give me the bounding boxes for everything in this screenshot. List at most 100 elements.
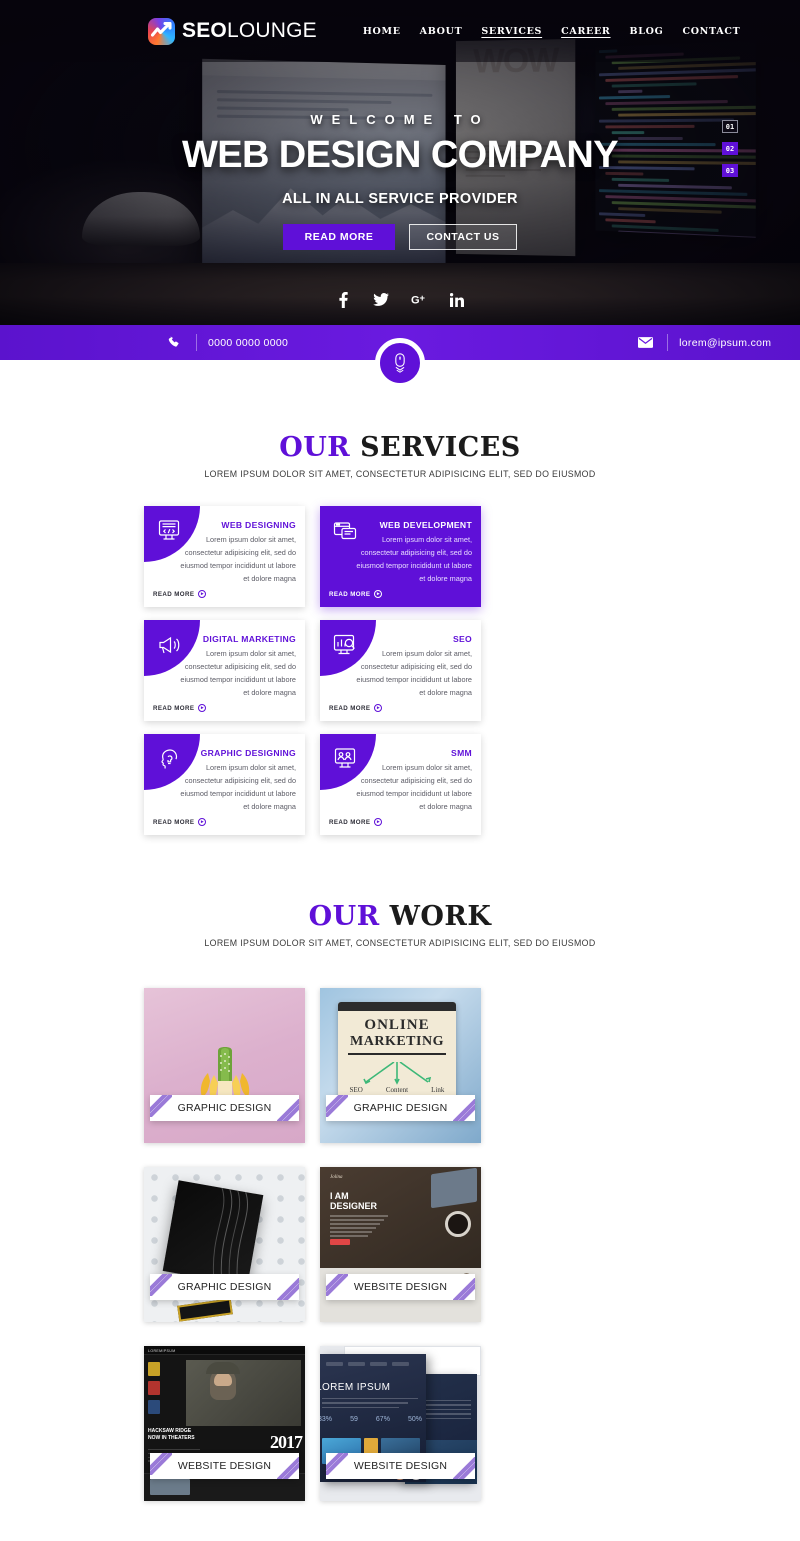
stripe-decor-right <box>277 1457 299 1479</box>
service-card-body: Lorem ipsum dolor sit amet, consectetur … <box>356 649 472 697</box>
hero-eyebrow: WELCOME TO <box>310 112 490 127</box>
movie-footer-thumb <box>150 1479 190 1495</box>
template-logo: Jolina <box>330 1175 343 1180</box>
nav-item-career[interactable]: CAREER <box>561 26 610 37</box>
arrow-right-circle-icon: ▸ <box>374 818 383 826</box>
work-heading: OUR WORK LOREM IPSUM DOLOR SIT AMET, CON… <box>0 901 800 948</box>
online-marketing-line1: ONLINE <box>364 1017 430 1033</box>
arrow-right-circle-icon: ▸ <box>198 818 207 826</box>
services-section: OUR SERVICES LOREM IPSUM DOLOR SIT AMET,… <box>0 360 800 835</box>
phone-number: 0000 0000 0000 <box>208 336 289 349</box>
service-read-more-link[interactable]: READ MORE ▸ <box>153 704 207 712</box>
service-card-body: Lorem ipsum dolor sit amet, consectetur … <box>180 649 296 697</box>
service-read-more-link[interactable]: READ MORE ▸ <box>329 590 383 598</box>
service-card-title: SEO <box>452 634 472 644</box>
nav-item-contact[interactable]: CONTACT <box>682 26 740 37</box>
services-heading: OUR SERVICES LOREM IPSUM DOLOR SIT AMET,… <box>0 432 800 479</box>
site-logo[interactable]: SEOLOUNGE <box>148 17 317 45</box>
lorem-stat: 50% <box>407 1416 422 1423</box>
services-card-grid: WEB DESIGNING Lorem ipsum dolor sit amet,… <box>144 506 656 835</box>
slide-indicator-03[interactable]: 03 <box>722 164 738 177</box>
nav-item-services[interactable]: SERVICES <box>481 26 542 37</box>
contact-email-item[interactable]: lorem@ipsum.com <box>634 333 771 353</box>
work-item[interactable]: Jolina I AM DESIGNER WEBSITE DESIGN <box>320 1167 481 1322</box>
read-more-label: READ MORE <box>329 818 371 826</box>
service-read-more-link[interactable]: READ MORE ▸ <box>329 704 383 712</box>
work-caption-bar: GRAPHIC DESIGN <box>150 1095 299 1121</box>
svg-text:G: G <box>411 294 420 306</box>
laptop-decor <box>431 1167 477 1209</box>
marketing-tag: SEO <box>349 1085 363 1094</box>
service-card-title: WEB DEVELOPMENT <box>379 520 472 530</box>
site-header: SEOLOUNGE HOME ABOUT SERVICES CAREER BLOG CON… <box>0 0 800 62</box>
arrow-right-circle-icon: ▸ <box>374 704 383 712</box>
google-plus-icon[interactable]: G + <box>411 291 428 308</box>
nav-item-blog[interactable]: BLOG <box>630 26 664 37</box>
work-caption-label: GRAPHIC DESIGN <box>353 1102 448 1114</box>
services-title: OUR SERVICES <box>0 432 800 463</box>
contact-us-button[interactable]: CONTACT US <box>409 224 517 250</box>
lorem-stat: 59 <box>350 1416 358 1423</box>
service-read-more-link[interactable]: READ MORE ▸ <box>153 590 207 598</box>
work-item[interactable]: LOREM IPSUM 33% 59 67% 50% WEBSITE DESIGN <box>320 1346 481 1501</box>
service-read-more-link[interactable]: READ MORE ▸ <box>153 818 207 826</box>
work-grid: GRAPHIC DESIGN ONLINE MARKETING SEO Content L… <box>144 988 656 1501</box>
service-card[interactable]: SEO Lorem ipsum dolor sit amet, consectet… <box>320 620 481 721</box>
service-card[interactable]: SMM Lorem ipsum dolor sit amet, consectet… <box>320 734 481 835</box>
service-card[interactable]: DIGITAL MARKETING Lorem ipsum dolor sit a… <box>144 620 305 721</box>
service-card-title: SMM <box>451 748 472 758</box>
services-title-accent: OUR <box>279 432 351 463</box>
online-marketing-line2: MARKETING <box>350 1034 444 1049</box>
facebook-icon[interactable] <box>335 291 352 308</box>
work-item[interactable]: ONLINE MARKETING SEO Content Link GRAPHIC DES… <box>320 988 481 1143</box>
stripe-decor-right <box>453 1278 475 1300</box>
service-card[interactable]: GRAPHIC DESIGNING Lorem ipsum dolor sit a… <box>144 734 305 835</box>
service-card[interactable]: WEB DEVELOPMENT Lorem ipsum dolor sit ame… <box>320 506 481 607</box>
contact-phone-item[interactable]: 0000 0000 0000 <box>163 333 288 353</box>
marketing-tag: Content <box>385 1085 409 1094</box>
service-read-more-link[interactable]: READ MORE ▸ <box>329 818 383 826</box>
nav-item-about[interactable]: ABOUT <box>420 26 463 37</box>
work-subtitle: LOREM IPSUM DOLOR SIT AMET, CONSECTETUR … <box>204 938 596 948</box>
work-title-rest: WORK <box>389 901 492 932</box>
svg-text:+: + <box>419 293 425 303</box>
stripe-decor-left <box>150 1274 172 1296</box>
work-item[interactable]: LOREMIPSUM HACKSAW RIDGE NOW IN THEATERS 20… <box>144 1346 305 1501</box>
read-more-label: READ MORE <box>329 704 371 712</box>
service-card[interactable]: WEB DESIGNING Lorem ipsum dolor sit amet,… <box>144 506 305 607</box>
lorem-stats: 33% 59 67% 50% <box>320 1416 422 1423</box>
stripe-decor-left <box>326 1095 348 1117</box>
slide-indicator-01[interactable]: 01 <box>722 120 738 133</box>
twitter-icon[interactable] <box>373 291 390 308</box>
hero-headline: WEB DESIGN COMPANY <box>181 134 619 176</box>
contact-divider <box>667 334 669 351</box>
movie-thumb-list <box>148 1362 160 1419</box>
services-subtitle: LOREM IPSUM DOLOR SIT AMET, CONSECTETUR … <box>204 469 596 479</box>
work-caption-bar: GRAPHIC DESIGN <box>150 1274 299 1300</box>
service-card-title: DIGITAL MARKETING <box>202 634 296 644</box>
lorem-title: LOREM IPSUM <box>320 1382 391 1393</box>
hero-copy: WELCOME TO WEB DESIGN COMPANY ALL IN ALL… <box>0 112 800 250</box>
nav-item-home[interactable]: HOME <box>363 26 401 37</box>
arrow-right-circle-icon: ▸ <box>198 590 207 598</box>
work-caption-bar: WEBSITE DESIGN <box>326 1274 475 1300</box>
stripe-decor-right <box>277 1278 299 1300</box>
work-item[interactable]: GRAPHIC DESIGN <box>144 988 305 1143</box>
hero-buttons: READ MORE CONTACT US <box>0 224 800 250</box>
envelope-icon <box>634 337 656 348</box>
arrow-right-circle-icon: ▸ <box>374 590 383 598</box>
work-item[interactable]: GRAPHIC DESIGN <box>144 1167 305 1322</box>
stripe-decor-left <box>326 1453 348 1475</box>
read-more-button[interactable]: READ MORE <box>283 224 395 250</box>
arrow-right-circle-icon: ▸ <box>198 704 207 712</box>
black-card-object <box>162 1180 264 1286</box>
scroll-down-button[interactable] <box>375 338 425 388</box>
work-caption-bar: WEBSITE DESIGN <box>326 1453 475 1479</box>
movie-year: 2017 <box>270 1432 303 1452</box>
stripe-decor-left <box>150 1095 172 1117</box>
linkedin-icon[interactable] <box>449 291 466 308</box>
service-card-body: Lorem ipsum dolor sit amet, consectetur … <box>356 535 472 583</box>
slide-indicator-02[interactable]: 02 <box>722 142 738 155</box>
stripe-decor-left <box>150 1453 172 1475</box>
marketing-arrows <box>363 1061 432 1085</box>
